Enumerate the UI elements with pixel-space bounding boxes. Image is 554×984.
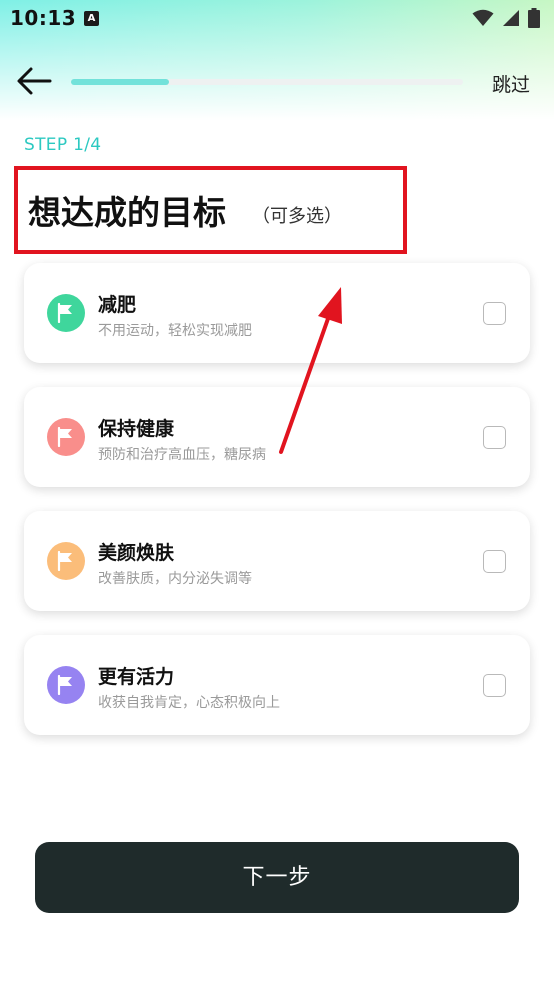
nav-bar: 跳过 bbox=[0, 60, 554, 106]
option-checkbox[interactable] bbox=[483, 302, 506, 325]
option-description: 改善肤质，内分泌失调等 bbox=[98, 571, 252, 587]
title-highlight-box: 想达成的目标 （可多选） bbox=[14, 166, 407, 254]
option-checkbox[interactable] bbox=[483, 674, 506, 697]
option-title: 保持健康 bbox=[98, 418, 175, 440]
option-title: 美颜焕肤 bbox=[98, 542, 175, 564]
option-description: 收获自我肯定，心态积极向上 bbox=[98, 695, 280, 711]
status-icons bbox=[472, 8, 540, 28]
option-checkbox[interactable] bbox=[483, 426, 506, 449]
notification-a-icon: A bbox=[84, 11, 99, 26]
flag-icon bbox=[57, 675, 72, 695]
option-description: 不用运动，轻松实现减肥 bbox=[98, 323, 252, 339]
progress-fill bbox=[71, 79, 169, 85]
wifi-icon bbox=[472, 9, 494, 26]
battery-icon bbox=[528, 8, 540, 28]
option-card-lose-weight[interactable]: 减肥 不用运动，轻松实现减肥 bbox=[24, 263, 530, 363]
page-title: 想达成的目标 bbox=[28, 193, 226, 232]
flag-icon bbox=[57, 303, 72, 323]
flag-icon bbox=[57, 427, 72, 447]
page-subtitle: （可多选） bbox=[252, 206, 342, 227]
option-icon-circle bbox=[47, 418, 85, 456]
option-card-stay-healthy[interactable]: 保持健康 预防和治疗高血压，糖尿病 bbox=[24, 387, 530, 487]
signal-icon bbox=[503, 10, 519, 26]
status-time: 10:13 bbox=[10, 6, 77, 30]
option-icon-circle bbox=[47, 294, 85, 332]
flag-icon bbox=[57, 551, 72, 571]
progress-bar bbox=[71, 79, 463, 85]
option-icon-circle bbox=[47, 666, 85, 704]
option-checkbox[interactable] bbox=[483, 550, 506, 573]
screen: 10:13 A 跳过 STEP 1/4 想达成的目标 （可多选） 减肥 不用运动… bbox=[0, 0, 554, 984]
arrow-left-icon bbox=[17, 67, 52, 95]
status-bar: 10:13 A bbox=[0, 0, 554, 38]
option-description: 预防和治疗高血压，糖尿病 bbox=[98, 447, 266, 463]
option-icon-circle bbox=[47, 542, 85, 580]
option-title: 更有活力 bbox=[98, 666, 175, 688]
skip-button[interactable]: 跳过 bbox=[492, 70, 530, 97]
option-card-more-energy[interactable]: 更有活力 收获自我肯定，心态积极向上 bbox=[24, 635, 530, 735]
option-card-beauty-skin[interactable]: 美颜焕肤 改善肤质，内分泌失调等 bbox=[24, 511, 530, 611]
next-step-button[interactable]: 下一步 bbox=[35, 842, 519, 913]
back-button[interactable] bbox=[16, 66, 56, 98]
option-title: 减肥 bbox=[98, 294, 137, 316]
step-indicator: STEP 1/4 bbox=[24, 135, 102, 155]
